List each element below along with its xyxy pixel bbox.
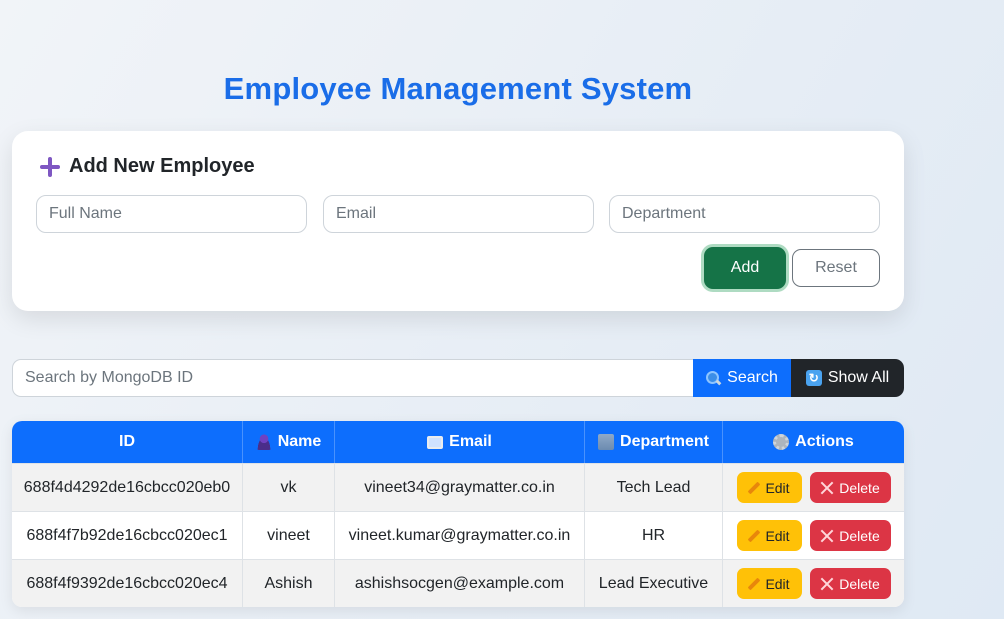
add-employee-heading-text: Add New Employee: [69, 155, 255, 177]
pencil-icon: [748, 530, 760, 542]
table-row: 688f4d4292de16cbcc020eb0 vk vineet34@gra…: [12, 463, 904, 511]
magnifier-icon: [706, 370, 721, 386]
header-id-label: ID: [119, 433, 135, 450]
cell-email: vineet.kumar@graymatter.co.in: [335, 512, 585, 559]
building-icon: [598, 434, 615, 450]
delete-button-label: Delete: [839, 479, 880, 496]
add-button[interactable]: Add: [704, 247, 786, 289]
edit-button-label: Edit: [765, 527, 790, 544]
delete-button-label: Delete: [839, 575, 880, 592]
cell-department: Lead Executive: [585, 560, 723, 607]
cell-id: 688f4d4292de16cbcc020eb0: [12, 464, 243, 511]
edit-button-label: Edit: [765, 479, 790, 496]
header-department: Department: [585, 421, 723, 463]
email-icon: [427, 435, 444, 449]
search-input[interactable]: [12, 359, 694, 397]
header-department-label: Department: [620, 433, 709, 450]
add-employee-heading: Add New Employee: [39, 155, 255, 178]
page-title: Employee Management System: [223, 71, 693, 106]
add-employee-card: Add New Employee Add Reset: [12, 131, 904, 311]
delete-button[interactable]: Delete: [809, 472, 891, 503]
header-id: ID: [12, 421, 243, 463]
cell-actions: Edit Delete: [723, 464, 904, 511]
delete-button[interactable]: Delete: [809, 520, 891, 551]
plus-icon: [39, 156, 61, 178]
header-email: Email: [335, 421, 585, 463]
delete-button-label: Delete: [839, 527, 880, 544]
header-actions: Actions: [723, 421, 904, 463]
reset-button[interactable]: Reset: [792, 249, 880, 287]
table-row: 688f4f9392de16cbcc020ec4 Ashish ashishso…: [12, 559, 904, 607]
cell-id: 688f4f9392de16cbcc020ec4: [12, 560, 243, 607]
cell-actions: Edit Delete: [723, 512, 904, 559]
header-name-label: Name: [277, 433, 322, 450]
gear-icon: [773, 434, 790, 450]
header-name: Name: [243, 421, 335, 463]
delete-button[interactable]: Delete: [809, 568, 891, 599]
x-icon: [820, 481, 834, 495]
cell-actions: Edit Delete: [723, 560, 904, 607]
cell-department: HR: [585, 512, 723, 559]
x-icon: [820, 529, 834, 543]
show-all-button-label: Show All: [827, 369, 890, 386]
cell-email: vineet34@graymatter.co.in: [335, 464, 585, 511]
show-all-button[interactable]: ↻ Show All: [791, 359, 904, 397]
header-actions-label: Actions: [795, 433, 854, 450]
search-button[interactable]: Search: [693, 359, 791, 397]
table-header-row: ID Name Email Department Actions: [12, 421, 904, 463]
edit-button[interactable]: Edit: [736, 520, 802, 551]
full-name-input[interactable]: [36, 195, 307, 233]
edit-button-label: Edit: [765, 575, 790, 592]
cell-name: vineet: [243, 512, 335, 559]
department-input[interactable]: [609, 195, 880, 233]
x-icon: [820, 577, 834, 591]
page: Employee Management System Add New Emplo…: [0, 0, 1004, 619]
employee-table: ID Name Email Department Actions 688f4d4…: [12, 421, 904, 607]
pencil-icon: [748, 578, 760, 590]
pencil-icon: [748, 482, 760, 494]
cell-id: 688f4f7b92de16cbcc020ec1: [12, 512, 243, 559]
cell-name: Ashish: [243, 560, 335, 607]
cell-department: Tech Lead: [585, 464, 723, 511]
table-row: 688f4f7b92de16cbcc020ec1 vineet vineet.k…: [12, 511, 904, 559]
cell-name: vk: [243, 464, 335, 511]
search-button-label: Search: [727, 369, 778, 386]
header-email-label: Email: [449, 433, 492, 450]
cell-email: ashishsocgen@example.com: [335, 560, 585, 607]
edit-button[interactable]: Edit: [736, 568, 802, 599]
person-icon: [255, 434, 272, 450]
refresh-icon: ↻: [805, 370, 822, 386]
edit-button[interactable]: Edit: [736, 472, 802, 503]
email-input[interactable]: [323, 195, 594, 233]
